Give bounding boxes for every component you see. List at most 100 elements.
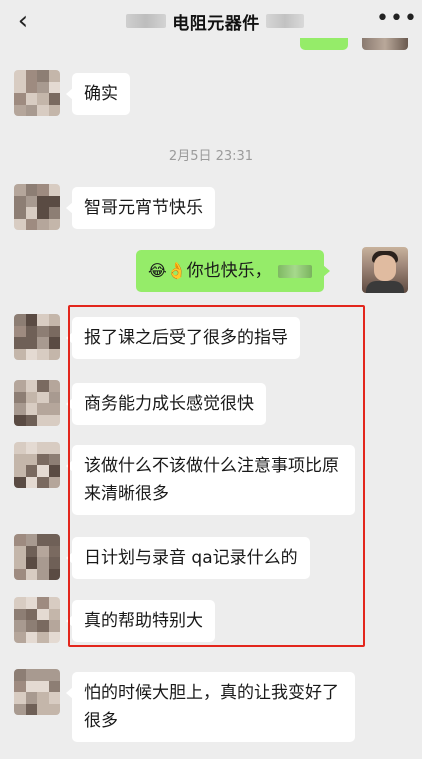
avatar-mosaic-tile — [48, 104, 60, 116]
chat-title: 电阻元器件 — [172, 13, 260, 34]
avatar-mosaic-tile — [14, 81, 26, 93]
avatar-mosaic-tile — [25, 453, 37, 465]
avatar-mosaic-tile — [48, 545, 60, 557]
avatar-mosaic-tile — [14, 465, 26, 477]
avatar-mosaic-tile — [37, 703, 49, 715]
avatar[interactable] — [14, 597, 60, 643]
avatar-mosaic-tile — [14, 534, 26, 546]
avatar-mosaic-tile — [37, 195, 49, 207]
avatar-mosaic-tile — [14, 631, 26, 643]
avatar-mosaic-tile — [48, 534, 60, 546]
avatar-mosaic-tile — [14, 403, 26, 415]
my-avatar[interactable] — [362, 247, 408, 293]
avatar-mosaic-tile — [48, 391, 60, 403]
avatar-mosaic-tile — [25, 442, 37, 454]
avatar[interactable] — [14, 380, 60, 426]
avatar-mosaic-tile — [25, 218, 37, 230]
avatar-mosaic-tile — [48, 465, 60, 477]
avatar-mosaic-tile — [37, 442, 49, 454]
avatar-mosaic-tile — [48, 93, 60, 105]
avatar-mosaic-tile — [25, 620, 37, 632]
avatar-mosaic-tile — [48, 380, 60, 392]
avatar-mosaic-tile — [25, 692, 37, 704]
avatar-mosaic-tile — [37, 669, 49, 681]
avatar[interactable] — [14, 70, 60, 116]
avatar-mosaic-tile — [14, 337, 26, 349]
avatar-mosaic-tile — [14, 557, 26, 569]
avatar-mosaic-tile — [25, 465, 37, 477]
avatar-mosaic-tile — [25, 680, 37, 692]
avatar-mosaic-tile — [14, 380, 26, 392]
avatar-mosaic-tile — [25, 476, 37, 488]
avatar-mosaic-tile — [48, 557, 60, 569]
avatar-mosaic-tile — [48, 442, 60, 454]
avatar-mosaic-tile — [14, 93, 26, 105]
avatar-mosaic-tile — [37, 93, 49, 105]
avatar[interactable] — [14, 534, 60, 580]
avatar-mosaic-tile — [48, 348, 60, 360]
avatar-mosaic-tile — [48, 195, 60, 207]
avatar-mosaic-tile — [48, 703, 60, 715]
avatar-mosaic-tile — [25, 314, 37, 326]
avatar-mosaic-tile — [25, 568, 37, 580]
avatar[interactable] — [14, 442, 60, 488]
message-bubble[interactable]: 怕的时候大胆上，真的让我变好了很多 — [66, 672, 355, 742]
avatar-mosaic-tile — [37, 680, 49, 692]
avatar-mosaic-tile — [37, 380, 49, 392]
avatar-mosaic-tile — [37, 453, 49, 465]
avatar-mosaic-tile — [25, 631, 37, 643]
avatar-mosaic-tile — [25, 669, 37, 681]
avatar-mosaic-tile — [48, 453, 60, 465]
avatar-mosaic-tile — [14, 453, 26, 465]
avatar-mosaic-tile — [14, 597, 26, 609]
avatar-mosaic-tile — [25, 403, 37, 415]
avatar-mosaic-tile — [14, 195, 26, 207]
avatar[interactable] — [14, 184, 60, 230]
avatar-mosaic-tile — [25, 545, 37, 557]
partial-outgoing-bubble — [300, 38, 348, 50]
avatar-mosaic-tile — [25, 348, 37, 360]
outgoing-message-bubble[interactable]: 😂👌你也快乐， — [136, 250, 330, 292]
avatar-mosaic-tile — [37, 403, 49, 415]
avatar-mosaic-tile — [37, 608, 49, 620]
avatar-mosaic-tile — [37, 631, 49, 643]
more-button[interactable]: ••• — [376, 8, 417, 36]
blurred-name-part — [126, 14, 167, 28]
avatar-mosaic-tile — [37, 314, 49, 326]
avatar-mosaic-tile — [37, 534, 49, 546]
avatar-mosaic-tile — [48, 184, 60, 196]
back-button[interactable]: ‹ — [10, 6, 36, 38]
avatar-mosaic-tile — [14, 184, 26, 196]
avatar-mosaic-tile — [14, 218, 26, 230]
avatar-mosaic-tile — [14, 476, 26, 488]
avatar-mosaic-tile — [48, 218, 60, 230]
avatar-mosaic-tile — [37, 184, 49, 196]
message-bubble[interactable]: 确实 — [66, 73, 130, 115]
avatar[interactable] — [14, 669, 60, 715]
chevron-left-icon: ‹ — [17, 6, 29, 36]
avatar[interactable] — [14, 314, 60, 360]
avatar-mosaic-tile — [14, 70, 26, 82]
avatar-mosaic-tile — [37, 568, 49, 580]
avatar-mosaic-tile — [14, 104, 26, 116]
avatar-mosaic-tile — [48, 476, 60, 488]
avatar-mosaic-tile — [14, 545, 26, 557]
avatar-mosaic-tile — [37, 597, 49, 609]
partial-avatar — [362, 38, 408, 50]
avatar-mosaic-tile — [14, 680, 26, 692]
avatar-mosaic-tile — [37, 81, 49, 93]
avatar-mosaic-tile — [48, 337, 60, 349]
avatar-mosaic-tile — [48, 81, 60, 93]
avatar-mosaic-tile — [25, 391, 37, 403]
avatar-mosaic-tile — [25, 104, 37, 116]
avatar-mosaic-tile — [37, 325, 49, 337]
avatar-mosaic-tile — [37, 337, 49, 349]
blurred-name — [277, 264, 312, 278]
timestamp: 2月5日 23:31 — [168, 149, 254, 164]
message-bubble[interactable]: 智哥元宵节快乐 — [66, 187, 215, 229]
avatar-mosaic-tile — [25, 195, 37, 207]
chat-header: ‹ 电阻元器件 ••• — [0, 0, 422, 44]
avatar-mosaic-tile — [37, 545, 49, 557]
message-text: 怕的时候大胆上，真的让我变好了很多 — [84, 683, 339, 731]
avatar-mosaic-tile — [25, 70, 37, 82]
